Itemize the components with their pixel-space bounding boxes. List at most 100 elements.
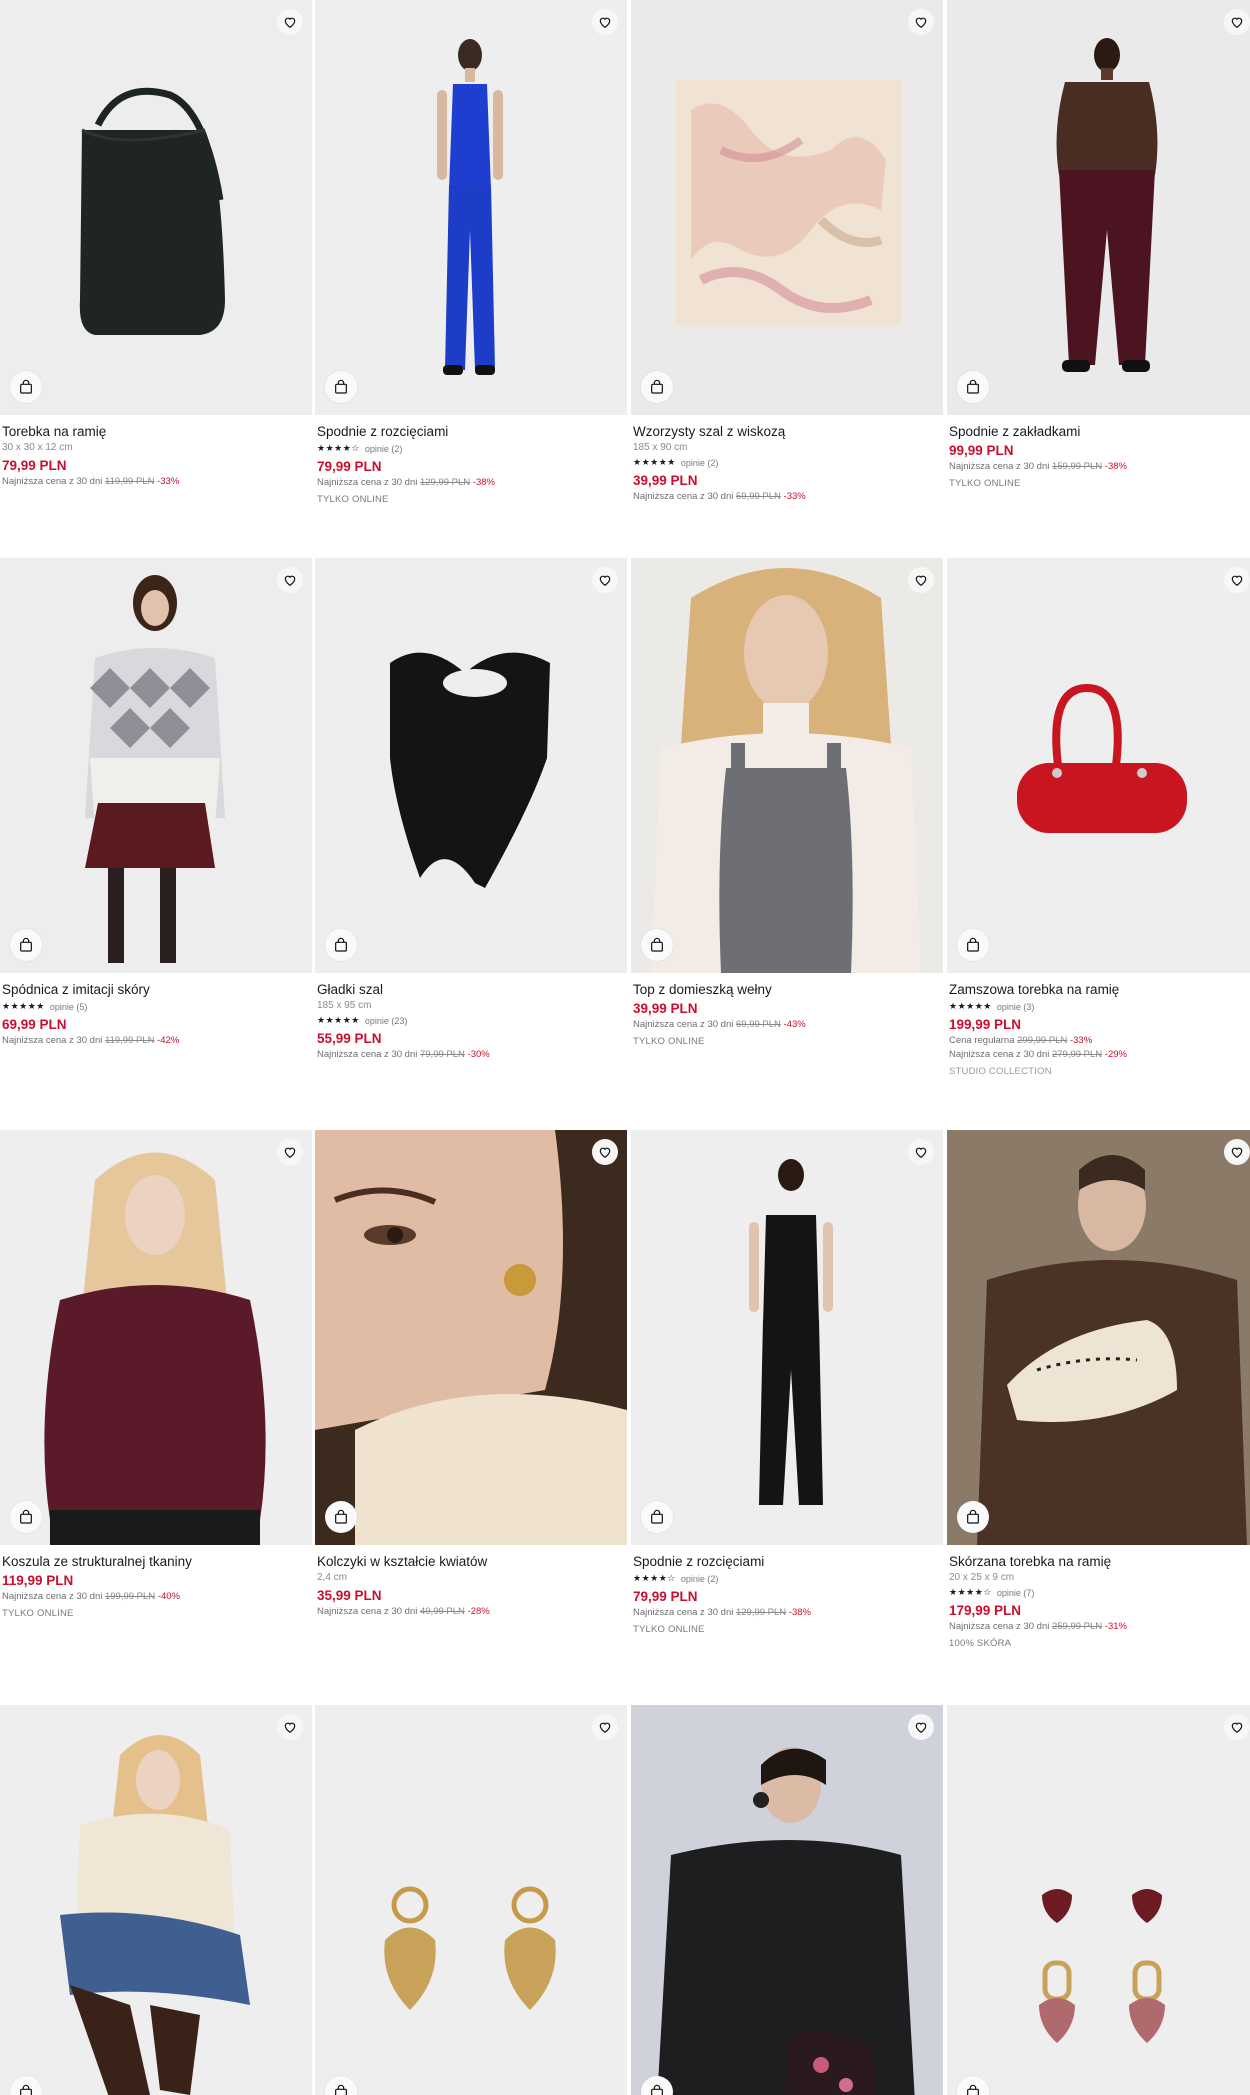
favorite-button[interactable] [1224,1139,1250,1165]
product-card[interactable]: Koszula ze strukturalnej tkaniny 119,99 … [0,1130,312,1621]
favorite-button[interactable] [592,9,618,35]
favorite-button[interactable] [908,9,934,35]
product-card[interactable] [947,1705,1250,2095]
favorite-button[interactable] [277,1714,303,1740]
product-image[interactable] [315,558,627,973]
model-image [651,568,921,973]
favorite-button[interactable] [592,567,618,593]
model-image [1056,38,1158,372]
product-image[interactable] [0,558,312,973]
shopping-bag-icon [335,937,347,952]
product-card[interactable]: Spodnie z rozcięciami ★★★★☆ opinie (2) 79… [631,1130,943,1637]
product-name[interactable]: Kolczyki w kształcie kwiatów [317,1554,625,1570]
shopping-bag-icon [651,379,663,394]
product-rating[interactable]: ★★★★☆ opinie (2) [633,1571,941,1586]
rating-stars: ★★★★☆ [317,443,360,454]
product-image[interactable] [947,558,1250,973]
product-name[interactable]: Koszula ze strukturalnej tkaniny [2,1554,310,1570]
earrings-image [1039,1889,1165,2043]
product-rating[interactable]: ★★★★☆ opinie (7) [949,1585,1250,1600]
product-name[interactable]: Spodnie z rozcięciami [633,1554,941,1570]
product-image[interactable] [0,1130,312,1545]
product-image[interactable] [0,1705,312,2095]
product-card[interactable]: Kolczyki w kształcie kwiatów 2,4 cm 35,9… [315,1130,627,1619]
product-name[interactable]: Top z domieszką wełny [633,982,941,998]
product-card[interactable]: Spodnie z zakładkami 99,99 PLN Najniższa… [947,0,1250,491]
product-name[interactable]: Wzorzysty szal z wiskozą [633,424,941,440]
product-card[interactable]: Top z domieszką wełny 39,99 PLN Najniższ… [631,558,943,1049]
product-image[interactable] [631,0,943,415]
product-card[interactable]: Wzorzysty szal z wiskozą 185 x 90 cm ★★★… [631,0,943,504]
product-image[interactable] [947,1130,1250,1545]
add-to-cart-button[interactable] [641,1501,673,1533]
lowest-price-info: Najniższa cena z 30 dni 119,99 PLN -33% [2,476,180,487]
product-image[interactable] [631,1130,943,1545]
product-rating[interactable]: ★★★★★ opinie (5) [2,999,310,1014]
favorite-button[interactable] [908,1714,934,1740]
favorite-button[interactable] [1224,9,1250,35]
favorite-button[interactable] [1224,567,1250,593]
product-rating[interactable]: ★★★★☆ opinie (2) [317,441,625,456]
product-tag: TYLKO ONLINE [317,494,389,505]
product-image[interactable] [315,0,627,415]
heart-icon [1231,1722,1243,1733]
favorite-button[interactable] [592,1714,618,1740]
product-card[interactable]: Torebka na ramię 30 x 30 x 12 cm 79,99 P… [0,0,312,489]
add-to-cart-button[interactable] [10,1501,42,1533]
favorite-button[interactable] [277,1139,303,1165]
product-price: 79,99 PLN [633,1589,698,1604]
product-name[interactable]: Spodnie z zakładkami [949,424,1250,440]
product-card[interactable]: Gładki szal 185 x 95 cm ★★★★★ opinie (23)… [315,558,627,1062]
product-name[interactable]: Skórzana torebka na ramię [949,1554,1250,1570]
product-card[interactable]: Spódnica z imitacji skóry ★★★★★ opinie (5… [0,558,312,1048]
product-price: 119,99 PLN [2,1573,74,1588]
add-to-cart-button[interactable] [325,929,357,961]
add-to-cart-button[interactable] [10,371,42,403]
favorite-button[interactable] [908,567,934,593]
product-card[interactable]: Zamszowa torebka na ramię ★★★★★ opinie (3… [947,558,1250,1079]
product-name[interactable]: Torebka na ramię [2,424,310,440]
shopping-bag-icon [20,937,32,952]
shopping-bag-icon [967,379,979,394]
add-to-cart-button[interactable] [641,929,673,961]
product-image[interactable] [315,1705,627,2095]
product-image[interactable] [315,1130,627,1545]
product-card[interactable]: Spodnie z rozcięciami ★★★★☆ opinie (2) 79… [315,0,627,507]
add-to-cart-button[interactable] [325,1501,357,1533]
add-to-cart-button[interactable] [10,929,42,961]
rating-stars: ★★★★★ [2,1001,45,1012]
add-to-cart-button[interactable] [641,371,673,403]
product-rating[interactable]: ★★★★★ opinie (2) [633,455,941,470]
add-to-cart-button[interactable] [957,1501,989,1533]
product-tag: 100% SKÓRA [949,1638,1012,1649]
product-image[interactable] [0,0,312,415]
product-rating[interactable]: ★★★★★ opinie (3) [949,999,1250,1014]
favorite-button[interactable] [277,567,303,593]
product-image[interactable] [947,0,1250,415]
product-rating[interactable]: ★★★★★ opinie (23) [317,1013,625,1028]
add-to-cart-button[interactable] [957,371,989,403]
product-card[interactable]: Skórzana torebka na ramię 20 x 25 x 9 cm… [947,1130,1250,1651]
favorite-button[interactable] [908,1139,934,1165]
shopping-bag-icon [335,2084,347,2095]
product-image[interactable] [631,1705,943,2095]
product-name[interactable]: Gładki szal [317,982,625,998]
shopping-bag-icon [20,379,32,394]
favorite-button[interactable] [1224,1714,1250,1740]
favorite-button[interactable] [592,1139,618,1165]
add-to-cart-button[interactable] [957,929,989,961]
product-image[interactable] [631,558,943,973]
favorite-button[interactable] [277,9,303,35]
product-image[interactable] [947,1705,1250,2095]
model-image [947,1130,1250,1545]
product-card[interactable] [0,1705,312,2095]
product-name[interactable]: Spódnica z imitacji skóry [2,982,310,998]
product-name[interactable]: Zamszowa torebka na ramię [949,982,1250,998]
product-price: 179,99 PLN [949,1603,1022,1618]
add-to-cart-button[interactable] [325,371,357,403]
product-card[interactable] [315,1705,627,2095]
model-image [631,1705,943,2095]
product-name[interactable]: Spodnie z rozcięciami [317,424,625,440]
product-card[interactable] [631,1705,943,2095]
model-image [749,1159,833,1505]
